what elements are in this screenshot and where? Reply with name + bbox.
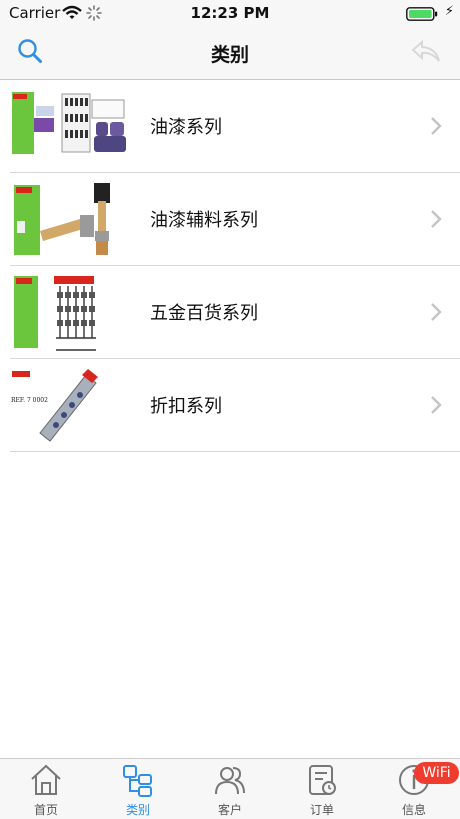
home-icon [31, 764, 61, 795]
back-reply-icon[interactable] [410, 39, 442, 69]
category-list: 油漆系列 油漆辅料系列 五金百货系列 REF. 7 0002 折扣系列 [0, 80, 460, 452]
tab-label: 信息 [401, 803, 426, 817]
navigation-bar: 类别 [0, 28, 460, 80]
orders-icon [309, 765, 336, 795]
category-row-discount[interactable]: REF. 7 0002 折扣系列 [10, 359, 460, 452]
category-row-hardware[interactable]: 五金百货系列 [10, 266, 460, 359]
tab-orders[interactable]: 订单 [276, 759, 368, 819]
category-label: 油漆系列 [150, 117, 222, 138]
chevron-right-icon [430, 209, 442, 233]
category-label: 折扣系列 [150, 396, 222, 417]
hardware-product-thumbnail [10, 272, 128, 352]
category-label: 五金百货系列 [150, 303, 258, 324]
tab-label: 类别 [125, 803, 150, 817]
brush-product-thumbnail [10, 179, 128, 259]
chevron-right-icon [430, 116, 442, 140]
battery-icon [406, 6, 438, 25]
tab-label: 客户 [217, 803, 242, 817]
chevron-right-icon [430, 302, 442, 326]
tab-label: 订单 [309, 803, 334, 817]
tab-home[interactable]: 首页 [0, 759, 92, 819]
category-row-paint-accessories[interactable]: 油漆辅料系列 [10, 173, 460, 266]
chevron-right-icon [430, 395, 442, 419]
page-title: 类别 [210, 44, 249, 66]
status-bar: Carrier 12:23 PM ⚡ [0, 0, 460, 28]
category-icon [123, 765, 152, 797]
category-label: 油漆辅料系列 [150, 210, 258, 231]
tab-bar: 首页 类别 客户 订单 信息 [0, 758, 460, 819]
tab-customers[interactable]: 客户 [184, 759, 276, 819]
thumbnail-ref-text: REF. 7 0002 [11, 397, 48, 404]
charging-icon: ⚡ [444, 4, 454, 19]
category-row-paint[interactable]: 油漆系列 [10, 80, 460, 173]
paint-product-thumbnail [10, 86, 128, 166]
customers-icon [215, 767, 245, 795]
tab-category[interactable]: 类别 [92, 759, 184, 819]
tab-label: 首页 [33, 803, 58, 817]
discount-product-thumbnail [10, 365, 128, 445]
clock-label: 12:23 PM [190, 4, 270, 22]
wifi-badge: WiFi [414, 762, 459, 784]
